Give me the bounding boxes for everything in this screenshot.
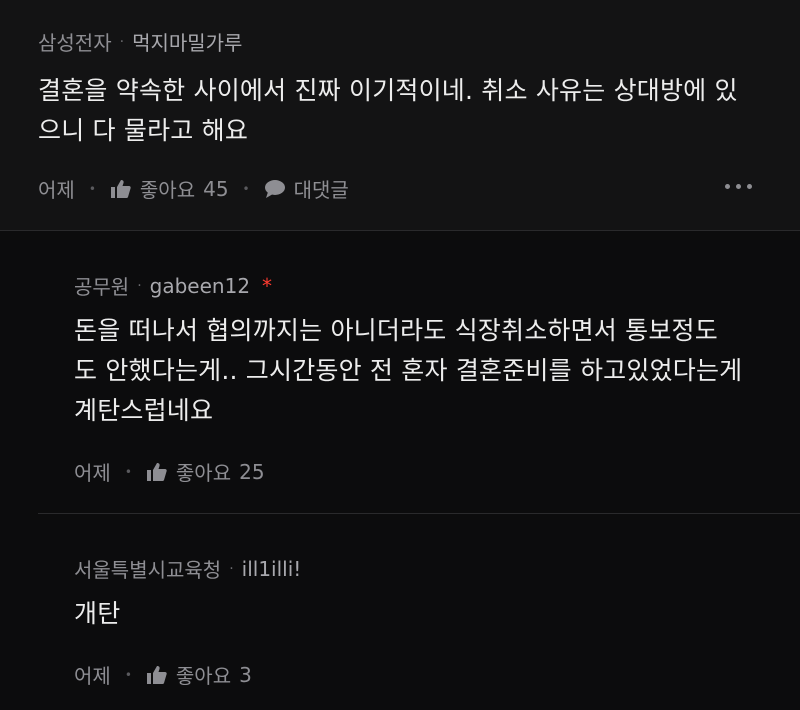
like-count: 45 [203, 176, 229, 201]
reply-label: 대댓글 [293, 178, 349, 202]
comment-card: 삼성전자 · 먹지마밀가루 결혼을 약속한 사이에서 진짜 이기적이네. 취소 … [0, 0, 800, 230]
comment-line: 으니 다 물라고 해요 [38, 116, 249, 145]
author-org: 공무원 [74, 275, 130, 299]
meta-separator: · [119, 33, 125, 50]
comment-actions: 어제 • 좋아요 45 • 대댓글 [38, 174, 349, 203]
comment-author[interactable]: 공무원 · gabeen12 * [74, 271, 272, 300]
comment-text: 결혼을 약속한 사이에서 진짜 이기적이네. 취소 사유는 상대방에 있 으니 … [38, 71, 738, 151]
reply-button[interactable]: 대댓글 [264, 174, 349, 203]
comment-author[interactable]: 서울특별시교육청 · ill1illi! [74, 554, 301, 583]
comment-line: 계탄스럽네요 [74, 396, 214, 425]
like-count: 25 [239, 459, 265, 484]
reply-comment-card: 서울특별시교육청 · ill1illi! 개탄 어제 • 좋아요 3 [0, 514, 800, 710]
meta-separator: · [137, 277, 142, 294]
like-button[interactable]: 좋아요 25 [146, 457, 265, 486]
reply-comment-card: 공무원 · gabeen12 * 돈을 떠나서 협의까지는 아니더라도 식장취소… [0, 231, 800, 513]
like-label: 좋아요 [139, 178, 196, 202]
comment-text: 돈을 떠나서 협의까지는 아니더라도 식장취소하면서 통보정도 도 안했다는게.… [74, 311, 742, 431]
comment-time: 어제 [38, 178, 75, 202]
meta-separator: · [229, 560, 234, 577]
author-org: 삼성전자 [38, 31, 112, 55]
comment-time: 어제 [74, 664, 111, 688]
comment-text: 개탄 [74, 594, 120, 634]
comment-line: 돈을 떠나서 협의까지는 아니더라도 식장취소하면서 통보정도 [74, 316, 718, 345]
comment-author[interactable]: 삼성전자 · 먹지마밀가루 [38, 27, 242, 56]
like-button[interactable]: 좋아요 45 [110, 174, 229, 203]
thumbs-up-icon [146, 462, 167, 481]
like-label: 좋아요 [175, 461, 232, 485]
comment-actions: 어제 • 좋아요 3 [74, 660, 252, 689]
meta-separator: • [124, 667, 132, 682]
comment-line: 도 안했다는게.. 그시간동안 전 혼자 결혼준비를 하고있었다는게 [74, 356, 743, 385]
comment-actions: 어제 • 좋아요 25 [74, 457, 265, 486]
comment-time: 어제 [74, 461, 111, 485]
meta-separator: • [242, 181, 250, 196]
comment-line: 개탄 [74, 599, 121, 628]
thumbs-up-icon [110, 179, 131, 198]
author-org: 서울특별시교육청 [74, 558, 222, 582]
thumbs-up-icon [146, 665, 167, 684]
author-nickname: 먹지마밀가루 [132, 31, 243, 55]
like-button[interactable]: 좋아요 3 [146, 660, 252, 689]
author-nickname: ill1illi! [241, 556, 302, 581]
meta-separator: • [88, 181, 96, 196]
new-mark: * [262, 273, 273, 298]
author-nickname: gabeen12 [149, 273, 251, 298]
comment-line: 결혼을 약속한 사이에서 진짜 이기적이네. 취소 사유는 상대방에 있 [38, 76, 738, 105]
like-label: 좋아요 [175, 664, 232, 688]
like-count: 3 [239, 662, 252, 687]
meta-separator: • [124, 464, 132, 479]
speech-bubble-icon [264, 179, 285, 198]
more-dots-icon[interactable] [725, 184, 752, 189]
